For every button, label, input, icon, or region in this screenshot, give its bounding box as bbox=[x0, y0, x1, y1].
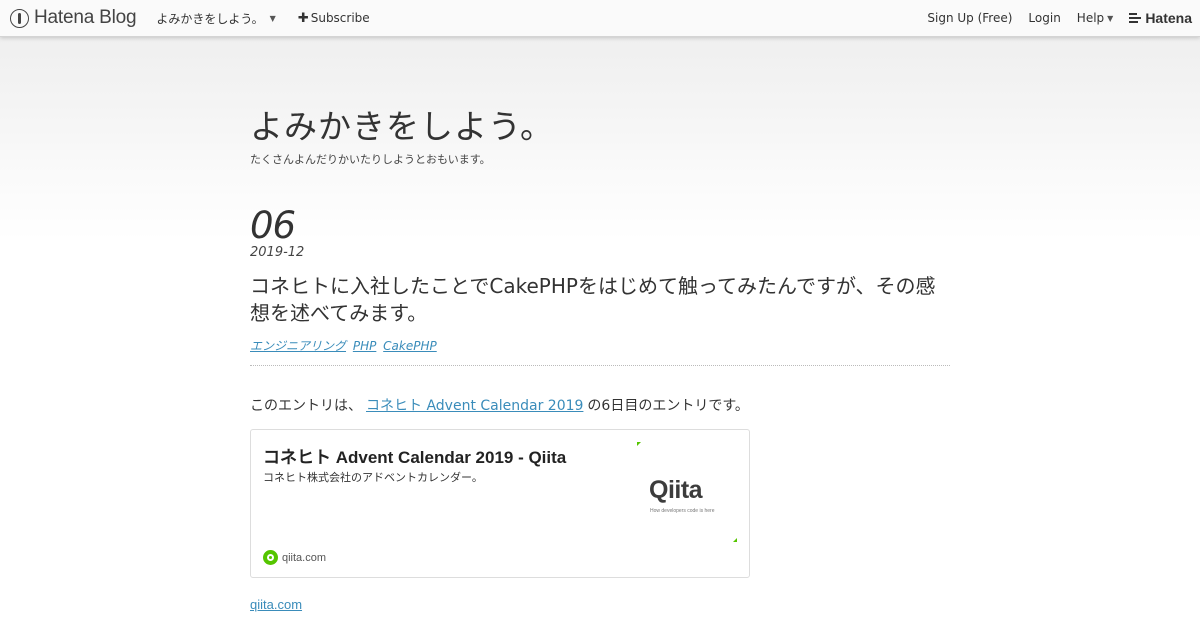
advent-calendar-link[interactable]: コネヒト Advent Calendar 2019 bbox=[366, 398, 583, 414]
caret-down-icon: ▼ bbox=[1107, 13, 1114, 23]
embed-card[interactable]: コネヒト Advent Calendar 2019 - Qiita コネヒト株式… bbox=[250, 429, 750, 578]
blog-title[interactable]: よみかきをしよう。 bbox=[250, 100, 554, 148]
entry-title[interactable]: コネヒトに入社したことでCakePHPをはじめて触ってみたんですが、その感想を述… bbox=[250, 273, 950, 327]
embed-card-footer: qiita.com bbox=[263, 550, 326, 565]
embed-card-description: コネヒト株式会社のアドベントカレンダー。 bbox=[263, 471, 483, 484]
login-link[interactable]: Login bbox=[1028, 11, 1060, 25]
global-header: Hatena Blog よみかきをしよう。 ▼ ✚ Subscribe Sign… bbox=[0, 0, 1200, 37]
entry-categories: エンジニアリング PHP CakePHP bbox=[250, 337, 440, 354]
hatena-label: Hatena bbox=[1145, 10, 1192, 26]
plus-icon: ✚ bbox=[297, 10, 309, 26]
entry-intro: このエントリは、 コネヒト Advent Calendar 2019 の6日目のエン… bbox=[250, 395, 749, 415]
signup-link[interactable]: Sign Up (Free) bbox=[927, 11, 1012, 25]
caret-down-icon: ▼ bbox=[269, 13, 276, 23]
help-label: Help bbox=[1076, 11, 1105, 25]
category-link[interactable]: PHP bbox=[353, 339, 377, 353]
blog-menu-label: よみかきをしよう。 bbox=[156, 11, 264, 26]
thumbnail-corner-mark bbox=[733, 538, 737, 542]
embed-card-thumbnail[interactable]: Qiita How developers code is here bbox=[637, 442, 737, 542]
source-link[interactable]: qiita.com bbox=[250, 597, 302, 612]
blog-menu-dropdown[interactable]: よみかきをしよう。 ▼ bbox=[156, 10, 275, 27]
subscribe-button[interactable]: ✚ Subscribe bbox=[298, 11, 370, 26]
header-right-nav: Sign Up (Free) Login Help ▼ Hatena bbox=[927, 0, 1200, 36]
hatena-link[interactable]: Hatena bbox=[1129, 10, 1192, 26]
category-link[interactable]: CakePHP bbox=[383, 339, 437, 353]
category-link[interactable]: エンジニアリング bbox=[250, 339, 346, 353]
embed-card-title[interactable]: コネヒト Advent Calendar 2019 - Qiita bbox=[263, 443, 566, 468]
brand-name: Hatena Blog bbox=[34, 7, 137, 28]
divider bbox=[250, 365, 950, 366]
entry-date-day[interactable]: 06 bbox=[250, 204, 296, 247]
qiita-favicon-icon bbox=[263, 550, 278, 565]
hatena-logo-icon bbox=[1129, 12, 1142, 24]
hatena-blog-brand-link[interactable]: Hatena Blog bbox=[10, 7, 137, 29]
blog-description: たくさんよんだりかいたりしようとおもいます。 bbox=[250, 153, 491, 166]
subscribe-label: Subscribe bbox=[310, 11, 370, 25]
hatena-blog-logo-icon bbox=[10, 8, 29, 28]
help-menu[interactable]: Help ▼ bbox=[1077, 11, 1114, 25]
qiita-logo: Qiita bbox=[649, 476, 703, 504]
embed-card-domain: qiita.com bbox=[282, 551, 327, 564]
intro-text-after: の6日目のエントリです。 bbox=[587, 398, 749, 414]
entry-date-year-month[interactable]: 2019-12 bbox=[250, 245, 304, 260]
qiita-tagline: How developers code is here bbox=[650, 508, 715, 514]
thumbnail-corner-mark bbox=[637, 442, 641, 446]
intro-text-before: このエントリは、 bbox=[250, 398, 362, 414]
